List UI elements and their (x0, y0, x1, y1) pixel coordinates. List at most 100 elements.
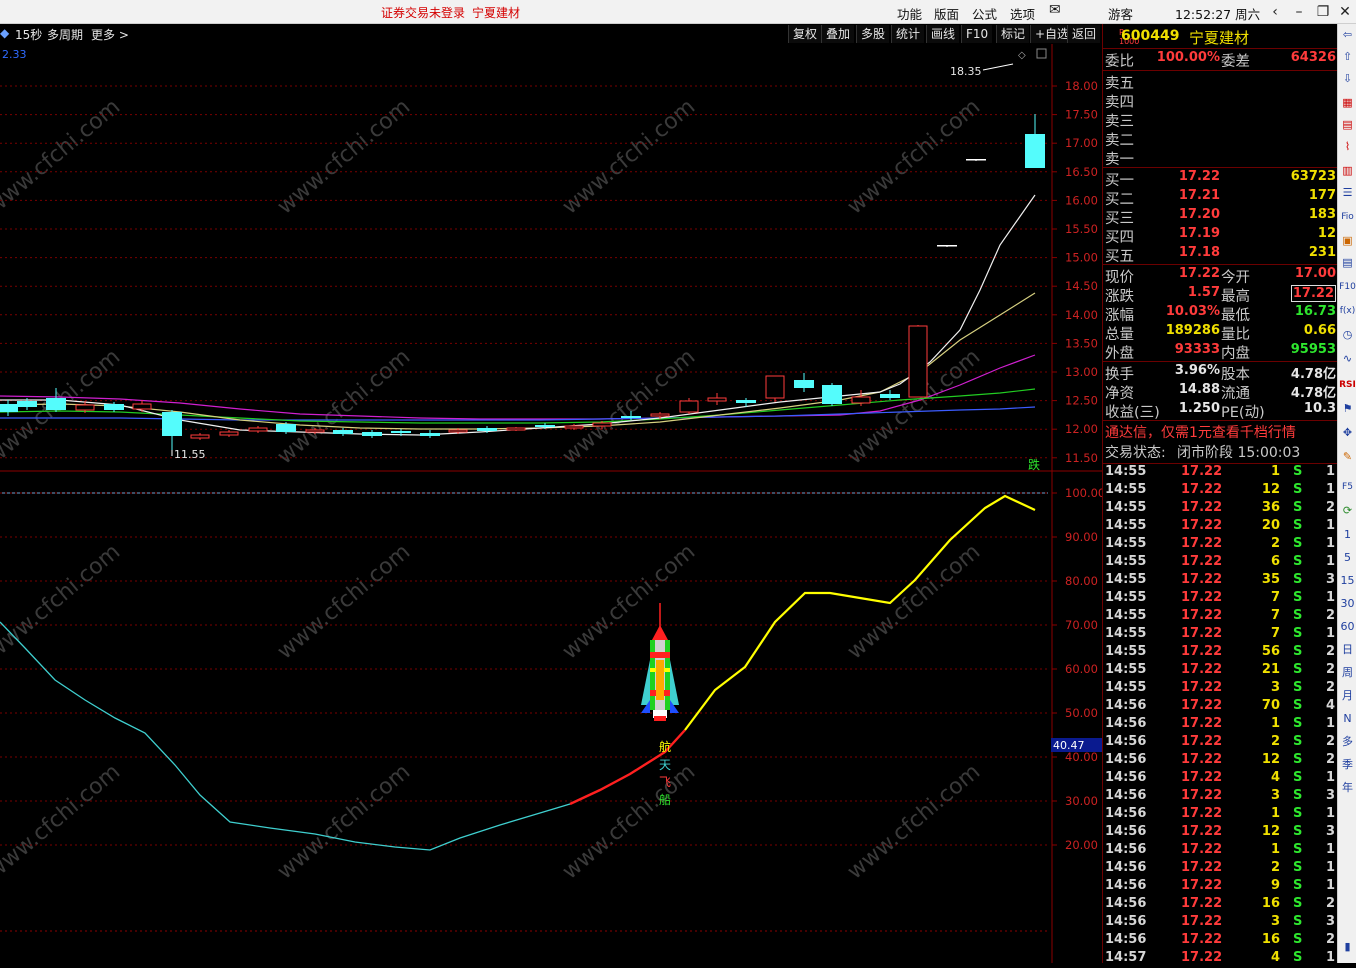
arrow-left-icon[interactable]: ⇦ (1339, 26, 1356, 44)
period-button[interactable]: 1 (1339, 526, 1356, 544)
period-button[interactable]: 多 (1339, 733, 1356, 751)
arrow-up-icon[interactable]: ⇧ (1339, 48, 1356, 66)
stat-value: 17.22 (1290, 285, 1336, 302)
more-menu[interactable]: 更多 > (91, 26, 129, 43)
period-15s[interactable]: 15秒 (15, 26, 42, 43)
tick-count: 4 (1325, 698, 1335, 713)
tick-count: 3 (1325, 788, 1335, 803)
tick-time: 14:56 (1105, 842, 1147, 857)
fin-row: 净资 14.88 流通 4.78亿 (1103, 382, 1338, 402)
f5-icon[interactable]: F5 (1339, 478, 1356, 496)
tick-time: 14:56 (1105, 824, 1147, 839)
period-button[interactable]: 月 (1339, 687, 1356, 705)
buy-volume: 12 (1317, 226, 1336, 241)
back-arrow-icon[interactable]: ‹ (1264, 2, 1286, 22)
period-button[interactable]: 30 (1339, 595, 1356, 613)
tick-count: 2 (1325, 680, 1335, 695)
tick-direction: S (1293, 806, 1303, 821)
period-button[interactable]: 60 (1339, 618, 1356, 636)
stat-row: 总量 189286 量比 0.66 (1103, 323, 1338, 343)
flag-icon[interactable]: ⚑ (1339, 400, 1356, 418)
refresh-icon[interactable]: ⟳ (1339, 502, 1356, 520)
kline-icon[interactable]: ▥ (1339, 162, 1356, 180)
chart-icon[interactable]: ▤ (1339, 116, 1356, 134)
draw-line-button[interactable]: 画线 (926, 25, 960, 43)
menu-layout[interactable]: 版面 (934, 4, 959, 23)
stat-value: 17.22 (1178, 266, 1220, 281)
tick-row: 14:56 17.22 9 S 1 (1103, 878, 1338, 896)
tick-row: 14:55 17.22 35 S 3 (1103, 572, 1338, 590)
f10-button[interactable]: F10 (961, 25, 993, 43)
stock-header: R 1000 600449 宁夏建材 (1103, 26, 1338, 48)
scroll-icon[interactable]: ▮ (1339, 938, 1356, 956)
pencil-icon[interactable]: ✎ (1339, 448, 1356, 466)
low-label: 11.55 (174, 448, 206, 461)
chart-area[interactable]: www.cfchi.com www.cfchi.com www.cfchi.co… (0, 44, 1105, 963)
close-icon[interactable]: ✕ (1334, 2, 1356, 22)
statistics-button[interactable]: 统计 (891, 25, 925, 43)
login-warning[interactable]: 证券交易未登录 (381, 4, 465, 21)
table-icon[interactable]: ▤ (1339, 254, 1356, 272)
tick-row: 14:56 17.22 12 S 3 (1103, 824, 1338, 842)
period-button[interactable]: 5 (1339, 549, 1356, 567)
restore-icon[interactable]: ❐ (1312, 2, 1334, 22)
menu-formula[interactable]: 公式 (972, 4, 997, 23)
wave-icon[interactable]: ∿ (1339, 350, 1356, 368)
minimize-icon[interactable]: – (1288, 2, 1310, 22)
mark-button[interactable]: 标记 (996, 25, 1030, 43)
list-icon[interactable]: ☰ (1339, 184, 1356, 202)
tick-price: 17.22 (1181, 770, 1223, 785)
period-button[interactable]: 年 (1339, 779, 1356, 797)
buy-row[interactable]: 买一 17.22 63723 (1103, 169, 1338, 189)
multi-period[interactable]: 多周期 (47, 26, 83, 43)
period-button[interactable]: N (1339, 710, 1356, 728)
indicator-tick-label: 70.00 (1065, 618, 1098, 632)
f10-icon[interactable]: F10 (1339, 278, 1356, 296)
period-button[interactable]: 15 (1339, 572, 1356, 590)
tick-volume: 21 (1261, 662, 1280, 677)
expand-icon[interactable]: ◇ (1018, 50, 1026, 61)
period-button[interactable]: 日 (1339, 641, 1356, 659)
menu-options[interactable]: 选项 (1010, 4, 1035, 23)
period-button[interactable]: 季 (1339, 756, 1356, 774)
mail-icon[interactable]: ✉ (1049, 2, 1061, 18)
buy-row[interactable]: 买二 17.21 177 (1103, 188, 1338, 208)
buy-row[interactable]: 买五 17.18 231 (1103, 245, 1338, 265)
overlay-button[interactable]: 叠加 (821, 25, 855, 43)
tick-direction: S (1293, 878, 1303, 893)
status-label: 交易状态: (1105, 445, 1166, 461)
menu-function[interactable]: 功能 (897, 4, 922, 23)
tick-time: 14:55 (1105, 518, 1147, 533)
status-row: 交易状态: 闭市阶段 15:00:03 (1103, 442, 1338, 461)
multi-stock-button[interactable]: 多股 (856, 25, 890, 43)
rsi-icon[interactable]: RSI (1339, 376, 1356, 394)
move-icon[interactable]: ✥ (1339, 424, 1356, 442)
buy-row[interactable]: 买四 17.19 12 (1103, 226, 1338, 246)
price-tick-label: 12.50 (1065, 394, 1098, 408)
grid-icon[interactable]: ▦ (1339, 94, 1356, 112)
tick-price: 17.22 (1181, 914, 1223, 929)
tick-count: 1 (1325, 716, 1335, 731)
price-tick-label: 11.50 (1065, 451, 1098, 465)
chart-svg[interactable]: www.cfchi.com www.cfchi.com www.cfchi.co… (0, 44, 1105, 963)
tick-row: 14:55 17.22 3 S 2 (1103, 680, 1338, 698)
guest-label[interactable]: 游客 (1108, 4, 1133, 23)
restore-rights-button[interactable]: 复权 (788, 25, 822, 43)
news-icon[interactable]: ▣ (1339, 232, 1356, 250)
indicator-tick-label: 100.00 (1065, 486, 1102, 500)
arrow-down-icon[interactable]: ⇩ (1339, 70, 1356, 88)
line-chart-icon[interactable]: ⌇ (1339, 138, 1356, 156)
buy-row[interactable]: 买三 17.20 183 (1103, 207, 1338, 227)
promo-row[interactable]: 通达信，仅需1元查看千档行情 (1103, 422, 1338, 441)
fio-icon[interactable]: Fio (1339, 208, 1356, 226)
tick-row: 14:56 17.22 4 S 1 (1103, 770, 1338, 788)
tick-volume: 7 (1270, 626, 1280, 641)
return-button[interactable]: 返回 (1067, 25, 1101, 43)
clock-icon[interactable]: ◷ (1339, 326, 1356, 344)
tick-price: 17.22 (1181, 788, 1223, 803)
candlestick (765, 375, 785, 402)
period-button[interactable]: 周 (1339, 664, 1356, 682)
fx-icon[interactable]: f(x) (1339, 302, 1356, 320)
buy-price: 17.22 (1178, 169, 1220, 184)
buy-price: 17.19 (1178, 226, 1220, 241)
